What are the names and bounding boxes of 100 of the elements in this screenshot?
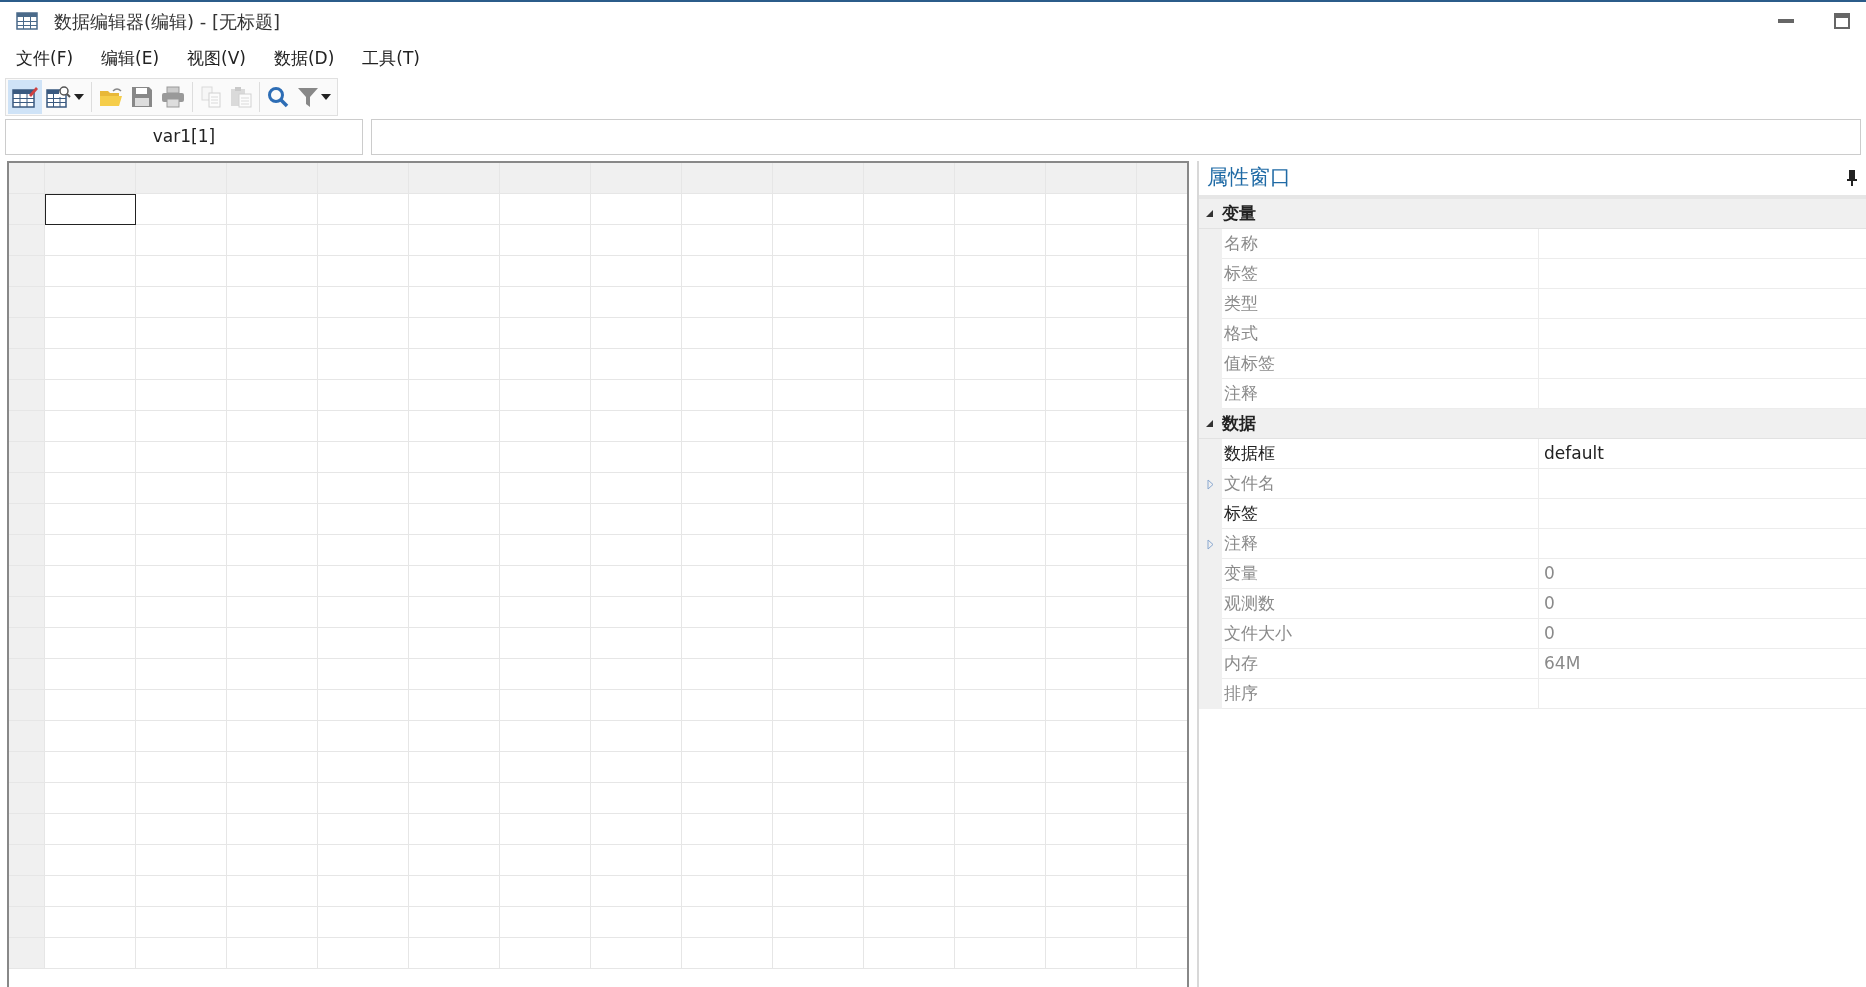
grid-cell[interactable] bbox=[864, 287, 955, 318]
grid-cell[interactable] bbox=[45, 721, 136, 752]
grid-cell[interactable] bbox=[45, 256, 136, 287]
grid-cell[interactable] bbox=[227, 752, 318, 783]
grid-cell[interactable] bbox=[227, 628, 318, 659]
grid-cell[interactable] bbox=[955, 442, 1046, 473]
grid-cell[interactable] bbox=[227, 380, 318, 411]
grid-cell[interactable] bbox=[864, 504, 955, 535]
property-group-header[interactable]: 变量 bbox=[1199, 199, 1866, 229]
grid-cell[interactable] bbox=[318, 721, 409, 752]
row-header[interactable] bbox=[9, 256, 45, 287]
grid-cell[interactable] bbox=[318, 938, 409, 969]
grid-cell[interactable] bbox=[1046, 256, 1137, 287]
grid-cell[interactable] bbox=[318, 752, 409, 783]
grid-cell[interactable] bbox=[409, 566, 500, 597]
grid-cell[interactable] bbox=[955, 349, 1046, 380]
grid-cell[interactable] bbox=[682, 442, 773, 473]
grid-cell[interactable] bbox=[409, 442, 500, 473]
grid-cell[interactable] bbox=[1046, 380, 1137, 411]
grid-cell[interactable] bbox=[136, 349, 227, 380]
grid-cell[interactable] bbox=[45, 318, 136, 349]
grid-cell[interactable] bbox=[500, 566, 591, 597]
grid-cell[interactable] bbox=[136, 473, 227, 504]
grid-cell[interactable] bbox=[136, 256, 227, 287]
row-header[interactable] bbox=[9, 938, 45, 969]
grid-cell[interactable] bbox=[227, 473, 318, 504]
grid-cell[interactable] bbox=[864, 814, 955, 845]
grid-cell[interactable] bbox=[773, 783, 864, 814]
grid-cell[interactable] bbox=[227, 504, 318, 535]
grid-cell[interactable] bbox=[591, 349, 682, 380]
grid-cell[interactable] bbox=[136, 752, 227, 783]
grid-cell[interactable] bbox=[682, 411, 773, 442]
grid-cell[interactable] bbox=[318, 690, 409, 721]
row-header[interactable] bbox=[9, 690, 45, 721]
grid-cell[interactable] bbox=[45, 535, 136, 566]
grid-cell[interactable] bbox=[500, 318, 591, 349]
grid-cell[interactable] bbox=[500, 876, 591, 907]
property-row[interactable]: 标签 bbox=[1199, 499, 1866, 529]
grid-cell[interactable] bbox=[773, 659, 864, 690]
grid-cell[interactable] bbox=[955, 318, 1046, 349]
grid-cell[interactable] bbox=[1046, 845, 1137, 876]
grid-cell[interactable] bbox=[500, 504, 591, 535]
grid-cell[interactable] bbox=[136, 814, 227, 845]
grid-cell[interactable] bbox=[682, 907, 773, 938]
grid-cell[interactable] bbox=[45, 938, 136, 969]
grid-cell[interactable] bbox=[500, 256, 591, 287]
column-header[interactable] bbox=[955, 163, 1046, 194]
grid-cell[interactable] bbox=[227, 938, 318, 969]
grid-cell[interactable] bbox=[318, 287, 409, 318]
grid-cell[interactable] bbox=[591, 938, 682, 969]
active-cell[interactable] bbox=[45, 194, 136, 225]
grid-cell[interactable] bbox=[409, 380, 500, 411]
grid-cell[interactable] bbox=[1046, 752, 1137, 783]
grid-cell[interactable] bbox=[318, 814, 409, 845]
grid-cell[interactable] bbox=[864, 411, 955, 442]
menu-item[interactable]: 文件(F) bbox=[8, 42, 82, 76]
grid-cell[interactable] bbox=[864, 442, 955, 473]
grid-cell[interactable] bbox=[682, 721, 773, 752]
grid-cell[interactable] bbox=[682, 752, 773, 783]
grid-cell[interactable] bbox=[500, 380, 591, 411]
menu-item[interactable]: 编辑(E) bbox=[93, 42, 168, 76]
grid-cell[interactable] bbox=[682, 535, 773, 566]
grid-cell[interactable] bbox=[682, 783, 773, 814]
grid-cell[interactable] bbox=[136, 907, 227, 938]
row-header[interactable] bbox=[9, 411, 45, 442]
property-group-header[interactable]: 数据 bbox=[1199, 409, 1866, 439]
column-header[interactable] bbox=[1046, 163, 1137, 194]
grid-cell[interactable] bbox=[409, 721, 500, 752]
grid-cell[interactable] bbox=[682, 504, 773, 535]
grid-cell[interactable] bbox=[136, 318, 227, 349]
grid-cell[interactable] bbox=[591, 907, 682, 938]
grid-cell[interactable] bbox=[500, 597, 591, 628]
grid-cell[interactable] bbox=[318, 411, 409, 442]
grid-cell[interactable] bbox=[773, 845, 864, 876]
grid-cell[interactable] bbox=[591, 535, 682, 566]
grid-cell[interactable] bbox=[500, 349, 591, 380]
grid-cell[interactable] bbox=[1046, 721, 1137, 752]
grid-cell[interactable] bbox=[45, 907, 136, 938]
row-header[interactable] bbox=[9, 380, 45, 411]
grid-cell[interactable] bbox=[591, 225, 682, 256]
grid-cell[interactable] bbox=[1046, 194, 1137, 225]
grid-cell[interactable] bbox=[227, 690, 318, 721]
grid-cell[interactable] bbox=[409, 907, 500, 938]
grid-cell[interactable] bbox=[864, 256, 955, 287]
grid-cell[interactable] bbox=[773, 597, 864, 628]
grid-cell[interactable] bbox=[773, 225, 864, 256]
grid-cell[interactable] bbox=[682, 690, 773, 721]
grid-cell[interactable] bbox=[409, 411, 500, 442]
grid-cell[interactable] bbox=[227, 318, 318, 349]
grid-cell[interactable] bbox=[591, 721, 682, 752]
row-header[interactable] bbox=[9, 814, 45, 845]
grid-cell[interactable] bbox=[136, 876, 227, 907]
grid-cell[interactable] bbox=[591, 659, 682, 690]
grid-cell[interactable] bbox=[955, 628, 1046, 659]
grid-cell[interactable] bbox=[227, 876, 318, 907]
grid-cell[interactable] bbox=[591, 504, 682, 535]
grid-cell[interactable] bbox=[500, 845, 591, 876]
grid-cell[interactable] bbox=[955, 194, 1046, 225]
grid-cell[interactable] bbox=[500, 442, 591, 473]
grid-cell[interactable] bbox=[1046, 938, 1137, 969]
